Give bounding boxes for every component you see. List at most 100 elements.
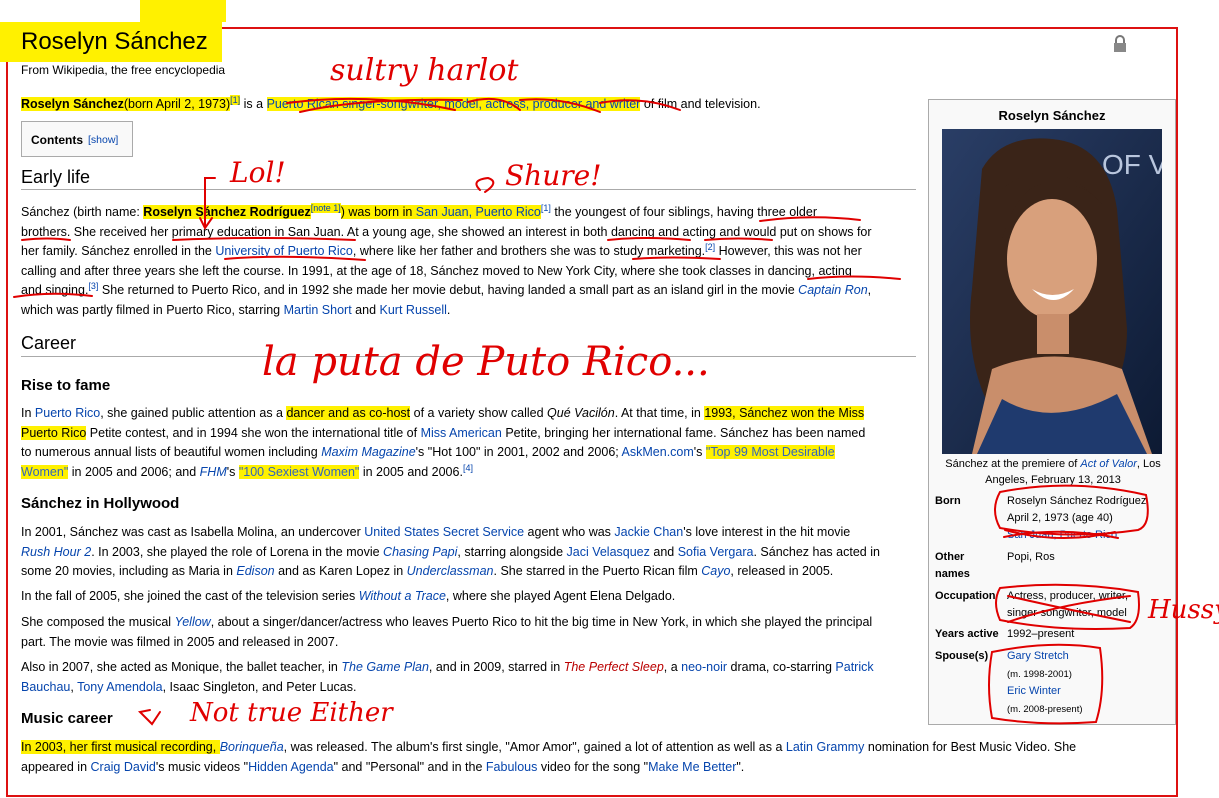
link-fhm[interactable]: FHM — [200, 465, 227, 479]
ref-2[interactable]: [2] — [705, 242, 715, 252]
link-neo-noir[interactable]: neo-noir — [681, 660, 727, 674]
text: . — [446, 302, 451, 317]
early-life-paragraph: Sánchez (birth name: Roselyn Sánchez Rod… — [21, 202, 916, 320]
link-fabulous[interactable]: Fabulous — [486, 760, 537, 774]
infobox-photo[interactable]: OF VALO — [942, 129, 1162, 454]
link-tony[interactable]: Tony Amendola — [77, 680, 162, 694]
link-perfect-sleep[interactable]: The Perfect Sleep — [564, 660, 664, 674]
link-bauchau[interactable]: Bauchau — [21, 680, 70, 694]
text: Petite, bringing her international fame.… — [501, 425, 866, 440]
link-game-plan[interactable]: The Game Plan — [341, 660, 429, 674]
text: in 2005 and 2006; and — [68, 464, 200, 479]
link-borinquena[interactable]: Borinqueña — [220, 740, 284, 754]
text: and — [351, 302, 380, 317]
ref-4[interactable]: [4] — [463, 462, 473, 472]
text: 's love interest in the hit movie — [683, 525, 851, 539]
years-active-label: Years active — [935, 628, 999, 640]
link-jaci[interactable]: Jaci Velasquez — [567, 545, 650, 559]
intro-text: is a — [240, 97, 267, 111]
link-usss[interactable]: United States Secret Service — [364, 525, 524, 539]
infobox-title: Roselyn Sánchez — [998, 108, 1106, 123]
link-hidden-agenda[interactable]: Hidden Agenda — [248, 760, 334, 774]
text: 's music videos " — [155, 759, 249, 774]
link-act-of-valor[interactable]: Act of Valor — [1080, 458, 1136, 470]
link-top-99[interactable]: "Top 99 Most Desirable — [705, 445, 835, 459]
text: Sánchez (birth name: — [21, 205, 144, 219]
link-patrick[interactable]: Patrick — [835, 660, 873, 674]
text: . In 2003, she played the role of Lorena… — [91, 544, 384, 559]
intro-occupations[interactable]: Puerto Rican singer-songwriter, model, a… — [266, 97, 641, 111]
born-label: Born — [935, 495, 961, 507]
spouse-1-link[interactable]: Gary Stretch — [1007, 648, 1069, 665]
toc-show-link[interactable]: [show] — [88, 134, 118, 146]
spouse-2-link[interactable]: Eric Winter — [1007, 683, 1061, 700]
link-sofia[interactable]: Sofia Vergara — [678, 545, 754, 559]
link-craig-david[interactable]: Craig David — [91, 760, 156, 774]
link-yellow[interactable]: Yellow — [175, 615, 211, 629]
spouse-1-years: (m. 1998-2001) — [1007, 669, 1072, 680]
ref-1[interactable]: [1] — [541, 203, 551, 213]
link-maxim[interactable]: Maxim Magazine — [321, 445, 415, 459]
text: However, this was not her — [715, 244, 862, 258]
text: and — [649, 544, 678, 559]
birth-name: Roselyn Sánchez Rodríguez — [143, 205, 311, 219]
text: Sánchez at the premiere of — [945, 458, 1081, 470]
text: " and "Personal" and in the — [333, 759, 486, 774]
link-askmen[interactable]: AskMen.com — [622, 445, 694, 459]
text: . Sánchez has acted in — [753, 544, 880, 559]
rise-paragraph: In Puerto Rico, she gained public attent… — [21, 404, 916, 482]
text: in 2005 and 2006. — [359, 464, 463, 479]
hollywood-paragraph-3: She composed the musical Yellow, about a… — [21, 613, 916, 652]
toc-label: Contents — [31, 133, 83, 147]
ref-1[interactable]: [1] — [230, 94, 241, 105]
link-captain-ron[interactable]: Captain Ron — [798, 283, 868, 297]
link-miss-american[interactable]: Miss American — [421, 426, 502, 440]
link-100-sexiest[interactable]: "100 Sexiest Women" — [238, 464, 360, 479]
link-university[interactable]: University of Puerto Rico — [215, 244, 353, 258]
link-latin-grammy[interactable]: Latin Grammy — [786, 740, 865, 754]
link-jackie-chan[interactable]: Jackie Chan — [614, 525, 683, 539]
link-martin-short[interactable]: Martin Short — [284, 303, 352, 317]
note-1[interactable]: [note 1] — [310, 202, 341, 213]
link-puerto-rico[interactable]: Puerto Rico — [35, 406, 100, 420]
link-make-me-better[interactable]: Make Me Better — [648, 760, 736, 774]
link-rush-hour[interactable]: Rush Hour 2 — [21, 545, 91, 559]
born-place-link[interactable]: San Juan, Puerto Rico — [1007, 527, 1117, 544]
text: appeared in — [21, 759, 91, 774]
text: In the fall of 2005, she joined the cast… — [21, 589, 359, 603]
text: Petite contest, and in 1994 she won the … — [86, 425, 421, 440]
text: and singing. — [21, 283, 89, 297]
music-paragraph: In 2003, her first musical recording, Bo… — [21, 738, 1161, 777]
link-san-juan[interactable]: San Juan, Puerto Rico — [415, 205, 541, 219]
text: 's "Hot 100" in 2001, 2002 and 2006; — [415, 445, 622, 459]
text: . She starred in the Puerto Rican film — [493, 564, 702, 578]
text: nomination for Best Music Video. She — [864, 740, 1077, 754]
link-cayo[interactable]: Cayo — [701, 564, 730, 578]
text: , she gained public attention as a — [100, 406, 287, 420]
ref-3[interactable]: [3] — [88, 281, 98, 291]
spouse-label: Spouse(s) — [935, 650, 989, 662]
section-rule — [21, 356, 916, 357]
link-without-a-trace[interactable]: Without a Trace — [359, 589, 446, 603]
text: 's — [226, 464, 239, 479]
link-underclassman[interactable]: Underclassman — [407, 564, 494, 578]
section-hollywood: Sánchez in Hollywood — [21, 495, 180, 512]
section-career: Career — [21, 333, 77, 353]
link-kurt-russell[interactable]: Kurt Russell — [380, 303, 447, 317]
text: of a variety show called — [410, 406, 548, 420]
text: , — [867, 283, 872, 297]
text: In 2001, Sánchez was cast as Isabella Mo… — [21, 525, 365, 539]
text: She composed the musical — [21, 615, 175, 629]
link-edison[interactable]: Edison — [236, 564, 274, 578]
title-highlight-top — [140, 0, 226, 22]
section-rule — [21, 189, 916, 190]
link-chasing-papi[interactable]: Chasing Papi — [383, 545, 457, 559]
page-title: Roselyn Sánchez — [21, 28, 208, 55]
text: to numerous annual lists of beautiful wo… — [21, 445, 322, 459]
text: In — [21, 406, 35, 420]
table-of-contents: Contents [show] — [21, 121, 133, 157]
link-top-99-cont[interactable]: Women" — [21, 464, 69, 479]
occupation-label: Occupation — [935, 590, 996, 602]
text: ) was born in — [340, 205, 416, 219]
lock-icon — [1114, 35, 1126, 52]
